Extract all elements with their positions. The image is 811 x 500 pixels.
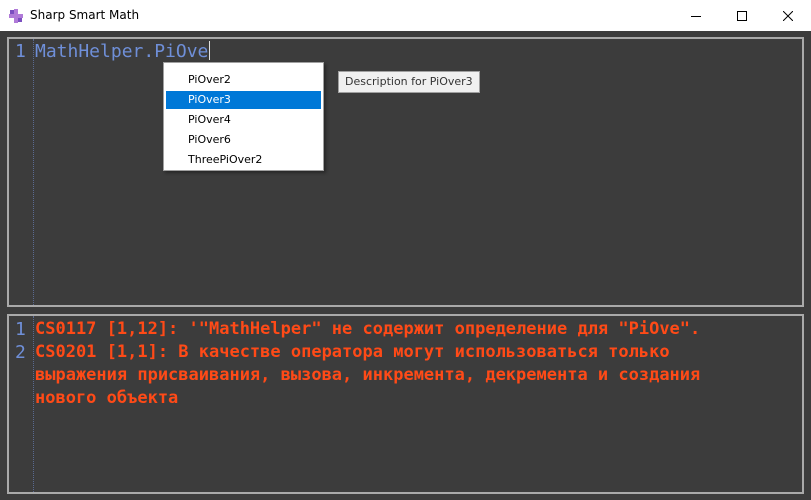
autocomplete-item[interactable]: PiOver4 (166, 111, 321, 129)
error-message-continuation: выражения присваивания, вызова, инкремен… (35, 365, 701, 385)
member-description-tooltip: Description for PiOver3 (338, 71, 480, 93)
editor-line-text[interactable]: MathHelper.PiOve (35, 40, 211, 63)
autocomplete-item[interactable]: PiOver2 (166, 71, 321, 89)
editor-gutter-divider (33, 39, 34, 305)
text-caret (209, 41, 211, 60)
autocomplete-item[interactable]: ThreePiOver2 (166, 151, 321, 169)
error-line-number: 2 (15, 342, 26, 363)
error-message: CS0201 [1,1]: В качестве оператора могут… (35, 342, 670, 362)
minimize-icon (691, 6, 701, 25)
errors-gutter-divider (33, 316, 34, 492)
editor-line-number: 1 (15, 41, 26, 62)
autocomplete-list[interactable]: PiOver2 PiOver3 PiOver4 PiOver6 ThreePiO… (163, 62, 324, 171)
maximize-icon (737, 6, 747, 25)
close-icon (782, 6, 794, 25)
maximize-button[interactable] (719, 0, 765, 31)
error-line-number: 1 (15, 319, 26, 340)
title-bar: Sharp Smart Math (0, 0, 811, 31)
window-title: Sharp Smart Math (30, 8, 140, 22)
app-logo-icon (9, 8, 23, 23)
close-button[interactable] (765, 0, 811, 31)
minimize-button[interactable] (673, 0, 719, 31)
autocomplete-item-selected[interactable]: PiOver3 (166, 91, 321, 109)
autocomplete-item[interactable]: PiOver6 (166, 131, 321, 149)
error-output-panel[interactable]: 1 2 CS0117 [1,12]: '"MathHelper" не соде… (7, 314, 804, 494)
error-message: CS0117 [1,12]: '"MathHelper" не содержит… (35, 319, 701, 339)
error-message-continuation: нового объекта (35, 388, 179, 408)
